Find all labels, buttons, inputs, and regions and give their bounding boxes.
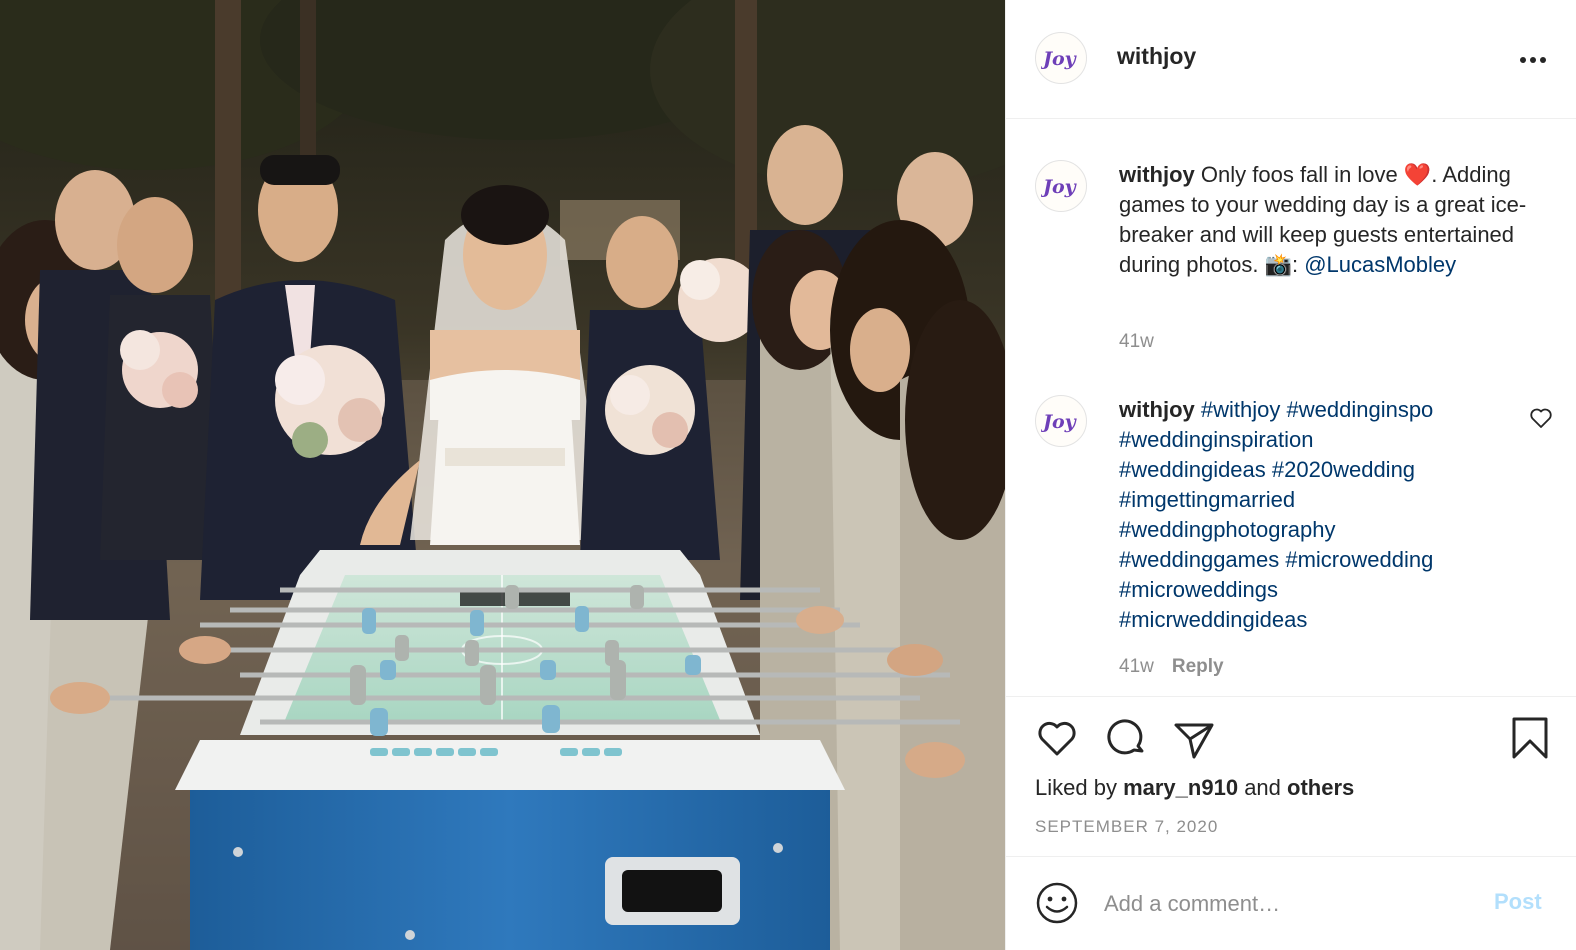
add-comment-bar: Post [1006, 856, 1576, 950]
more-options-icon[interactable] [1516, 48, 1550, 72]
svg-text:Joy: Joy [1041, 411, 1078, 433]
liked-by-others[interactable]: others [1287, 775, 1354, 800]
caption-text: withjoy Only foos fall in love ❤️. Addin… [1119, 160, 1539, 280]
hashtag-link[interactable]: #withjoy [1201, 397, 1280, 422]
hashtag-link[interactable]: #weddingphotography [1119, 517, 1336, 542]
hashtag-link[interactable]: #2020wedding [1272, 457, 1415, 482]
mention-link[interactable]: @LucasMobley [1304, 252, 1456, 277]
comment-timestamp[interactable]: 41w [1119, 656, 1154, 677]
likes-prefix: Liked by [1035, 775, 1117, 800]
post-header: Joy withjoy [1006, 0, 1576, 119]
wedding-foosball-photo [0, 0, 1005, 950]
bookmark-icon[interactable] [1508, 717, 1552, 761]
hashtag-link[interactable]: #microwedding [1285, 547, 1433, 572]
heart-icon[interactable] [1035, 717, 1079, 761]
caption-age: 41w [1119, 331, 1154, 353]
post-date[interactable]: SEPTEMBER 7, 2020 [1035, 817, 1218, 837]
caption-timestamp[interactable]: 41w [1119, 331, 1154, 352]
svg-text:Joy: Joy [1041, 48, 1078, 70]
post-photo[interactable] [0, 0, 1005, 950]
avatar[interactable]: Joy [1035, 395, 1087, 447]
hashtag-link[interactable]: #microweddings [1119, 577, 1278, 602]
joy-logo-icon: Joy [1041, 176, 1078, 198]
joy-logo-icon: Joy [1041, 411, 1078, 433]
hashtag-link[interactable]: #weddinginspo [1287, 397, 1434, 422]
post-sidebar: Joy withjoy Joy withjoy Only foos fall i… [1005, 0, 1576, 950]
post-actions: Liked by mary_n910 and others SEPTEMBER … [1006, 696, 1576, 856]
hashtag-link[interactable]: #weddingideas [1119, 457, 1266, 482]
avatar[interactable]: Joy [1035, 160, 1087, 212]
hashtag-text: withjoy #withjoy #weddinginspo #weddingi… [1119, 395, 1539, 635]
share-icon[interactable] [1172, 717, 1216, 761]
caption-username[interactable]: withjoy [1119, 162, 1195, 187]
caption-line: Only foos fall in love [1200, 162, 1404, 187]
hashtag-link[interactable]: #micrweddingideas [1119, 607, 1307, 632]
comment-like-heart-icon[interactable] [1529, 407, 1553, 429]
avatar[interactable]: Joy [1035, 32, 1087, 84]
svg-text:Joy: Joy [1041, 176, 1078, 198]
comment-icon[interactable] [1105, 717, 1149, 761]
hashtag-link[interactable]: #imgettingmarried [1119, 487, 1295, 512]
post-username[interactable]: withjoy [1117, 43, 1196, 70]
heart-emoji: ❤️ [1403, 162, 1432, 187]
hashtag-link[interactable]: #weddinggames [1119, 547, 1279, 572]
comment-meta: 41w Reply [1119, 656, 1224, 678]
instagram-post: Joy withjoy Joy withjoy Only foos fall i… [0, 0, 1576, 950]
camera-emoji: 📸 [1264, 252, 1292, 277]
liked-by-user[interactable]: mary_n910 [1123, 775, 1238, 800]
likes-summary: Liked by mary_n910 and others [1035, 775, 1354, 801]
comment-username[interactable]: withjoy [1119, 397, 1195, 422]
joy-logo-icon: Joy [1041, 48, 1078, 70]
hashtag-link[interactable]: #weddinginspiration [1119, 427, 1313, 452]
emoji-icon[interactable] [1035, 881, 1079, 925]
likes-and: and [1244, 775, 1281, 800]
reply-button[interactable]: Reply [1172, 656, 1224, 677]
caption-colon: : [1291, 252, 1305, 277]
comment-input[interactable] [1102, 883, 1476, 925]
post-button[interactable]: Post [1494, 889, 1542, 915]
